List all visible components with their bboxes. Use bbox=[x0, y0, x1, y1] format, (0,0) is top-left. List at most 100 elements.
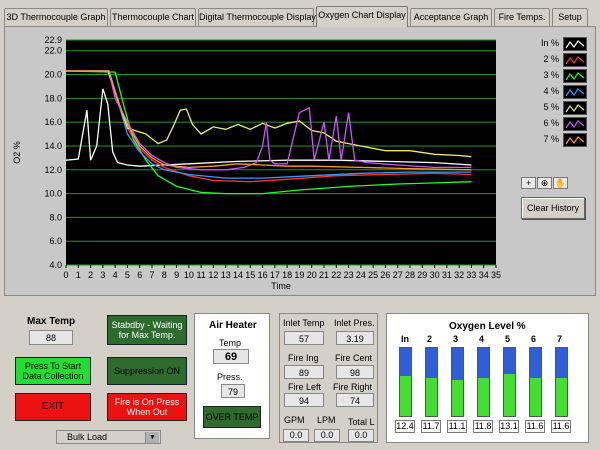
tab-setup[interactable]: Setup bbox=[552, 8, 588, 26]
air-heater-press-label: Press. bbox=[217, 372, 243, 382]
x-tick-label: 35 bbox=[491, 270, 501, 280]
oxygen-level-value: 11.6 bbox=[551, 420, 571, 433]
tab-thermocouple-chart[interactable]: Thermocouple Chart bbox=[110, 8, 196, 26]
x-tick-label: 24 bbox=[356, 270, 366, 280]
y-tick-label: 12.0 bbox=[44, 165, 62, 175]
legend-line-icon bbox=[565, 40, 585, 49]
air-heater-press-value: 79 bbox=[221, 384, 245, 398]
legend-line-icon bbox=[565, 56, 585, 65]
cursor-tool-icon[interactable]: + bbox=[521, 177, 536, 189]
inlet-temp-value: 57 bbox=[284, 331, 324, 345]
suppression-button[interactable]: Suppression ON bbox=[107, 357, 187, 385]
legend-item[interactable]: 6 % bbox=[518, 117, 591, 132]
oxygen-level-fill bbox=[452, 380, 463, 416]
tab-3d-thermocouple-graph[interactable]: 3D Thermocouple Graph bbox=[4, 8, 108, 26]
oxygen-level-value: 11.8 bbox=[473, 420, 493, 433]
fire-left-value: 94 bbox=[284, 393, 324, 407]
y-tick-label: 8.0 bbox=[49, 212, 62, 222]
legend-swatch bbox=[563, 37, 587, 51]
legend-line-icon bbox=[565, 72, 585, 81]
x-tick-label: 32 bbox=[454, 270, 464, 280]
x-tick-label: 28 bbox=[405, 270, 415, 280]
x-tick-label: 6 bbox=[137, 270, 142, 280]
x-tick-label: 11 bbox=[196, 270, 205, 280]
legend-line bbox=[565, 40, 585, 49]
over-temp-indicator[interactable]: OVER TEMP bbox=[203, 406, 261, 428]
inlet-pres-label: Inlet Pres. bbox=[334, 318, 375, 328]
legend-line-icon bbox=[565, 136, 585, 145]
oxygen-column-label: 7 bbox=[557, 334, 563, 344]
legend-label: 4 % bbox=[543, 86, 559, 96]
oxygen-level-bar bbox=[529, 347, 542, 417]
oxygen-level-value: 13.1 bbox=[499, 420, 519, 433]
air-heater-title: Air Heater bbox=[209, 320, 257, 331]
x-tick-label: 4 bbox=[113, 270, 118, 280]
standby-indicator[interactable]: Stabdby - Waiting for Max Temp. bbox=[107, 315, 187, 345]
legend-line bbox=[565, 104, 585, 113]
oxygen-column-label: 3 bbox=[453, 334, 459, 344]
chart-legend: In % 2 % 3 % 4 % 5 % 6 % 7 % bbox=[518, 33, 591, 171]
clear-history-button[interactable]: Clear History bbox=[521, 197, 585, 219]
x-tick-label: 13 bbox=[221, 270, 231, 280]
start-data-collection-button[interactable]: Press To Start Data Collection bbox=[15, 357, 91, 385]
y-tick-label: 10.0 bbox=[44, 189, 62, 199]
x-tick-label: 29 bbox=[417, 270, 427, 280]
legend-item[interactable]: 7 % bbox=[518, 133, 591, 148]
oxygen-column-label: In bbox=[401, 334, 409, 344]
x-tick-label: 0 bbox=[63, 270, 68, 280]
x-tick-label: 17 bbox=[270, 270, 280, 280]
legend-line-icon bbox=[565, 120, 585, 129]
y-tick-label: 16.0 bbox=[44, 117, 62, 127]
x-tick-label: 23 bbox=[344, 270, 354, 280]
legend-label: 7 % bbox=[543, 134, 559, 144]
legend-label: 6 % bbox=[543, 118, 559, 128]
oxygen-level-bar bbox=[477, 347, 490, 417]
max-temp-label: Max Temp bbox=[27, 316, 76, 327]
load-type-select[interactable]: Bulk Load ▼ bbox=[56, 430, 161, 444]
x-tick-label: 25 bbox=[368, 270, 378, 280]
x-tick-label: 31 bbox=[442, 270, 452, 280]
legend-label: 2 % bbox=[543, 54, 559, 64]
zoom-tool-icon[interactable]: ⊕ bbox=[537, 177, 552, 189]
x-tick-label: 19 bbox=[294, 270, 304, 280]
tab-fire-temps[interactable]: Fire Temps. bbox=[494, 8, 550, 26]
tab-oxygen-chart-display[interactable]: Oxygen Chart Display bbox=[316, 6, 408, 27]
load-type-value: Bulk Load bbox=[67, 432, 108, 442]
legend-swatch bbox=[563, 85, 587, 99]
oxygen-chart-svg: 4.0 6.0 8.0 10.0 12.0 14.0 16.0 18.0 20.0 22.022.… bbox=[12, 35, 501, 291]
fire-right-label: Fire Right bbox=[333, 382, 373, 392]
x-tick-label: 3 bbox=[100, 270, 105, 280]
pan-tool-icon[interactable]: ✋ bbox=[553, 177, 568, 189]
x-tick-label: 33 bbox=[466, 270, 476, 280]
exit-button[interactable]: EXIT bbox=[15, 393, 91, 421]
legend-item[interactable]: 4 % bbox=[518, 85, 591, 100]
chevron-down-icon[interactable]: ▼ bbox=[145, 432, 159, 443]
legend-swatch bbox=[563, 133, 587, 147]
oxygen-level-value: 12.4 bbox=[395, 420, 415, 433]
oxygen-level-fill bbox=[400, 375, 411, 416]
legend-label: 3 % bbox=[543, 70, 559, 80]
legend-line bbox=[565, 120, 585, 129]
fire-cent-label: Fire Cent bbox=[335, 353, 373, 363]
oxygen-chart-panel: 4.0 6.0 8.0 10.0 12.0 14.0 16.0 18.0 20.0 22.0 22.… bbox=[4, 26, 596, 296]
legend-label: In % bbox=[540, 38, 559, 48]
graph-palette: + ⊕ ✋ bbox=[521, 177, 575, 189]
legend-item[interactable]: 2 % bbox=[518, 53, 591, 68]
x-tick-label: 1 bbox=[76, 270, 81, 280]
y-axis-label: O2 % bbox=[12, 141, 22, 164]
legend-label: 5 % bbox=[543, 102, 559, 112]
fire-out-button[interactable]: Fire is On Press When Out bbox=[107, 393, 187, 421]
tab-digital-thermocouple-display[interactable]: Digital Thermocouple Display bbox=[198, 8, 316, 26]
tab-acceptance-graph[interactable]: Acceptance Graph bbox=[410, 8, 492, 26]
x-tick-label: 10 bbox=[184, 270, 194, 280]
oxygen-column-label: 5 bbox=[505, 334, 511, 344]
fire-ing-label: Fire Ing bbox=[288, 353, 319, 363]
legend-item[interactable]: 3 % bbox=[518, 69, 591, 84]
y-tick-label: 22.9 bbox=[44, 35, 62, 45]
legend-item[interactable]: 5 % bbox=[518, 101, 591, 116]
legend-line-icon bbox=[565, 88, 585, 97]
legend-item[interactable]: In % bbox=[518, 37, 591, 52]
inlet-panel: Inlet Temp 57 Inlet Pres. 3.19 Fire Ing … bbox=[279, 313, 378, 443]
oxygen-chart: 4.0 6.0 8.0 10.0 12.0 14.0 16.0 18.0 20.0 22.0 22.… bbox=[6, 28, 514, 294]
legend-swatch bbox=[563, 69, 587, 83]
